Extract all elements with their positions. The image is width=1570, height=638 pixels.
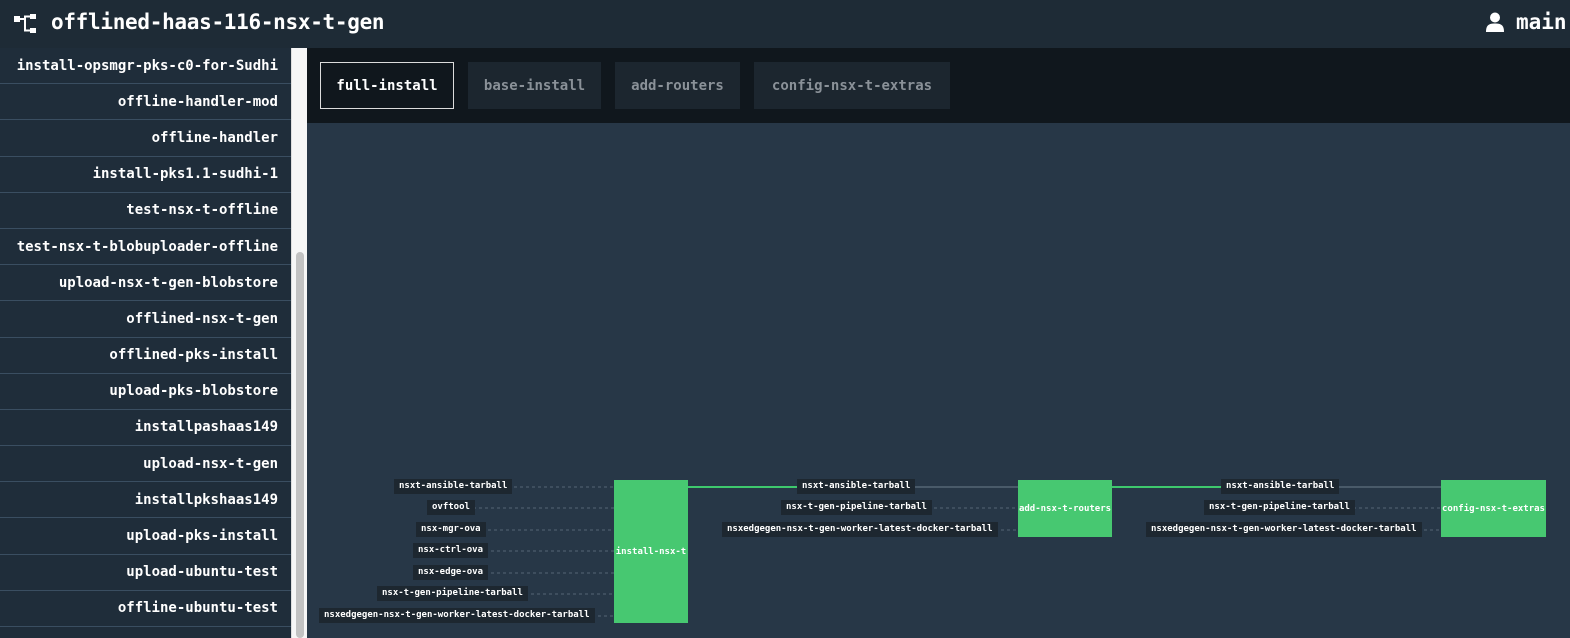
user-icon [1486, 12, 1504, 32]
resource-nsxt-ansible-tarball[interactable]: nsxt-ansible-tarball [1221, 479, 1340, 494]
pipeline-graph: nsxt-ansible-tarball ovftool nsx-mgr-ova… [307, 123, 1570, 638]
sidebar-item-offline-ubuntu-test[interactable]: offline-ubuntu-test [0, 591, 291, 627]
sidebar-item-offline-handler[interactable]: offline-handler [0, 120, 291, 157]
group-tab-full-install[interactable]: full-install [320, 62, 454, 109]
top-bar: offlined-haas-116-nsx-t-gen main [0, 0, 1570, 48]
sidebar-item-test-nsx-t-blobuploader-offline[interactable]: test-nsx-t-blobuploader-offline [0, 229, 291, 266]
resource-nsxedgegen-worker-docker-tarball[interactable]: nsxedgegen-nsx-t-gen-worker-latest-docke… [722, 522, 998, 537]
resource-nsxt-ansible-tarball[interactable]: nsxt-ansible-tarball [394, 479, 513, 494]
group-tab-config-nsx-t-extras[interactable]: config-nsx-t-extras [754, 62, 950, 109]
sidebar-item-upload-pks-blobstore[interactable]: upload-pks-blobstore [0, 374, 291, 410]
groups-bar: full-install base-install add-routers co… [307, 48, 1570, 123]
sidebar-item-partial[interactable] [0, 627, 291, 638]
pipeline-title: offlined-haas-116-nsx-t-gen [51, 10, 385, 34]
resource-ovftool[interactable]: ovftool [427, 500, 475, 515]
sidebar-item-upload-nsx-t-gen[interactable]: upload-nsx-t-gen [0, 446, 291, 483]
sidebar-item-test-nsx-t-offline[interactable]: test-nsx-t-offline [0, 193, 291, 229]
group-tab-add-routers[interactable]: add-routers [615, 62, 740, 109]
resource-nsx-edge-ova[interactable]: nsx-edge-ova [413, 565, 489, 580]
sidebar-item-offlined-pks-install[interactable]: offlined-pks-install [0, 338, 291, 374]
sidebar-item-install-opsmgr-pks-c0-for-sudhi[interactable]: install-opsmgr-pks-c0-for-Sudhi [0, 48, 291, 85]
resource-nsx-t-gen-pipeline-tarball[interactable]: nsx-t-gen-pipeline-tarball [377, 586, 528, 601]
resource-nsx-t-gen-pipeline-tarball[interactable]: nsx-t-gen-pipeline-tarball [1204, 500, 1355, 515]
resource-nsx-mgr-ova[interactable]: nsx-mgr-ova [416, 522, 486, 537]
sidebar-item-install-pks1-1-sudhi-1[interactable]: install-pks1.1-sudhi-1 [0, 157, 291, 193]
resource-nsxedgegen-worker-docker-tarball[interactable]: nsxedgegen-nsx-t-gen-worker-latest-docke… [1146, 522, 1422, 537]
sidebar-item-upload-pks-install[interactable]: upload-pks-install [0, 518, 291, 555]
group-tab-base-install[interactable]: base-install [468, 62, 601, 109]
user-menu[interactable]: main [1486, 10, 1567, 34]
job-add-nsx-t-routers[interactable]: add-nsx-t-routers [1018, 480, 1112, 537]
job-config-nsx-t-extras[interactable]: config-nsx-t-extras [1441, 480, 1546, 537]
sidebar-item-installpkshaas149[interactable]: installpkshaas149 [0, 482, 291, 519]
sidebar-item-installpashaas149[interactable]: installpashaas149 [0, 410, 291, 447]
sidebar-item-offlined-nsx-t-gen[interactable]: offlined-nsx-t-gen [0, 301, 291, 338]
resource-nsx-ctrl-ova[interactable]: nsx-ctrl-ova [413, 543, 489, 558]
user-label: main [1516, 10, 1567, 34]
resource-nsxedgegen-worker-docker-tarball[interactable]: nsxedgegen-nsx-t-gen-worker-latest-docke… [319, 608, 595, 623]
sidebar-item-upload-nsx-t-gen-blobstore[interactable]: upload-nsx-t-gen-blobstore [0, 265, 291, 302]
pipeline-sidebar: install-opsmgr-pks-c0-for-Sudhi offline-… [0, 48, 291, 638]
resource-nsx-t-gen-pipeline-tarball[interactable]: nsx-t-gen-pipeline-tarball [781, 500, 932, 515]
pipeline-icon[interactable] [14, 14, 38, 34]
job-install-nsx-t[interactable]: install-nsx-t [614, 480, 688, 623]
graph-edges [473, 486, 1441, 617]
resource-nsxt-ansible-tarball[interactable]: nsxt-ansible-tarball [797, 479, 916, 494]
sidebar-scrollbar-thumb[interactable] [296, 252, 304, 638]
sidebar-item-offline-handler-mod[interactable]: offline-handler-mod [0, 84, 291, 121]
sidebar-item-upload-ubuntu-test[interactable]: upload-ubuntu-test [0, 555, 291, 591]
